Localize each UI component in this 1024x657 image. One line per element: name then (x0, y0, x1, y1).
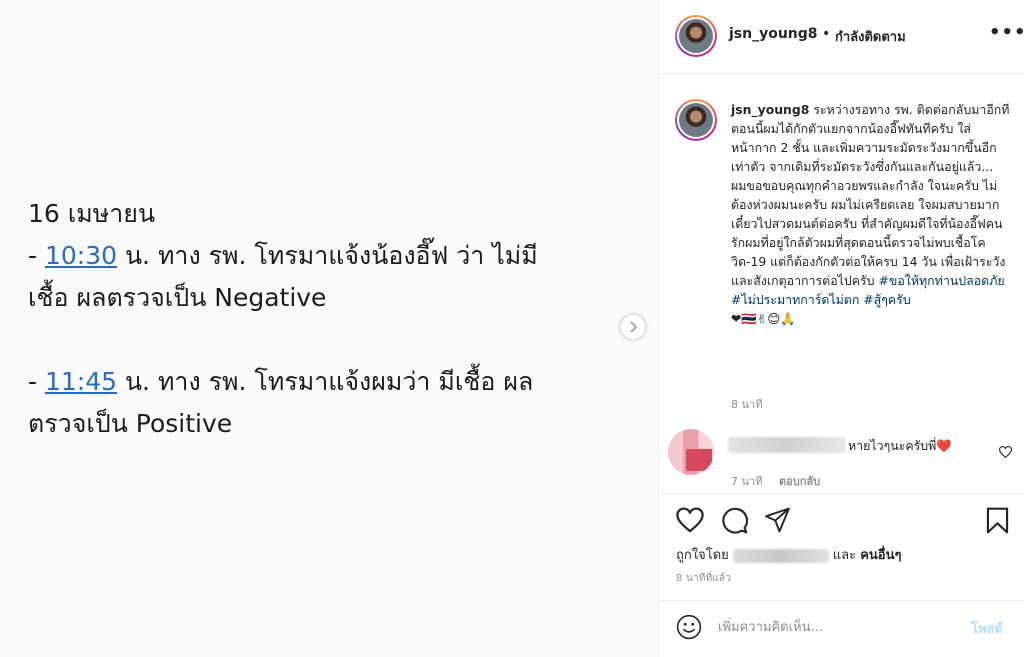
comment-text: หายไวๆนะครับพี่❤️ (848, 438, 952, 453)
header-username[interactable]: jsn_young8 (729, 26, 818, 42)
post-image-text: 16 เมษายน - 10:30 น. ทาง รพ. โทรมาแจ้งน้… (28, 193, 628, 445)
share-icon[interactable] (764, 507, 791, 533)
separator-dot: • (822, 26, 831, 42)
media-line-date: 16 เมษายน (28, 199, 156, 228)
post-caption: jsn_young8 ระหว่างรอทาง รพ. ติดต่อกลับมา… (731, 100, 1011, 328)
chevron-right-icon (630, 321, 638, 333)
smiley-icon[interactable] (676, 614, 702, 640)
caption-username[interactable]: jsn_young8 (731, 102, 809, 117)
comment-timestamp: 7 นาที (731, 475, 763, 488)
post-comment-button[interactable]: โพสต์ (971, 618, 1003, 639)
media-time-1145: 11:45 (44, 367, 118, 396)
media-line-1145: - 11:45 น. ทาง รพ. โทรมาแจ้งผมว่า มีเชื้… (28, 367, 534, 396)
comment-icon[interactable] (721, 507, 748, 534)
more-options-icon[interactable]: ••• (989, 22, 1024, 43)
post-timestamp: 8 นาทีที่แล้ว (676, 573, 732, 584)
media-time-1030: 10:30 (44, 241, 118, 270)
commenter-avatar[interactable] (668, 429, 714, 475)
caption-timestamp: 8 นาที (731, 398, 763, 411)
following-button[interactable]: กำลังติดตาม (835, 26, 906, 47)
liker-username-blurred[interactable] (732, 548, 829, 563)
comment-input[interactable] (718, 616, 948, 638)
others-link[interactable]: คนอื่นๆ (860, 548, 901, 563)
avatar[interactable] (675, 15, 717, 57)
media-line-1030: - 10:30 น. ทาง รพ. โทรมาแจ้งน้องอี๊ฟ ว่า… (28, 241, 538, 270)
next-slide-button[interactable] (620, 314, 646, 340)
media-line-negative: เชื้อ ผลตรวจเป็น Negative (28, 283, 327, 312)
commenter-username-blurred[interactable] (728, 437, 846, 453)
caption-avatar[interactable] (675, 99, 717, 141)
heart-outline-icon[interactable] (676, 507, 704, 533)
bookmark-icon[interactable] (986, 507, 1009, 534)
liked-by-line: ถูกใจโดย และ คนอื่นๆ (676, 548, 902, 563)
heart-outline-icon[interactable] (999, 446, 1012, 458)
post-media: 16 เมษายน - 10:30 น. ทาง รพ. โทรมาแจ้งน้… (0, 0, 658, 657)
media-line-positive: ตรวจเป็น Positive (28, 409, 233, 438)
caption-emojis: ❤🇹🇭✌😊🙏 (731, 311, 796, 326)
actions-divider (659, 493, 1024, 494)
reply-button[interactable]: ตอบกลับ (779, 472, 820, 490)
caption-text: ระหว่างรอทาง รพ. ติดต่อกลับมาอีกที ตอนนี… (731, 102, 1010, 288)
post-header: jsn_young8 • กำลังติดตาม ••• (659, 0, 1024, 74)
